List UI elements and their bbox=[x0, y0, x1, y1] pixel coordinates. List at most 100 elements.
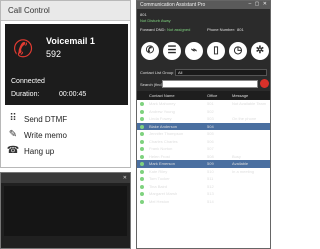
contacts-button-icon[interactable]: ☰ bbox=[163, 42, 181, 60]
phone-window-titlebar: ✕ bbox=[1, 173, 130, 183]
column-header-office[interactable]: Office bbox=[207, 93, 217, 98]
contact-name: Voicemail 1 bbox=[46, 36, 95, 46]
presence-dot-icon bbox=[140, 147, 144, 151]
column-header-message[interactable]: Message bbox=[232, 93, 248, 98]
contact-office-cell: 510 bbox=[207, 168, 214, 174]
presence-dot-icon bbox=[140, 109, 144, 114]
assistant-header: 801 Not Disturb Away Forward DND: Not as… bbox=[137, 9, 270, 37]
clear-search-icon[interactable] bbox=[260, 79, 269, 88]
contact-row[interactable]: Charles Charles 506 bbox=[137, 138, 270, 146]
contact-office-cell: 514 bbox=[207, 198, 214, 204]
history-button-icon[interactable]: ◷ bbox=[229, 42, 247, 60]
presence-dot-icon bbox=[140, 102, 144, 106]
phone-window: ✕ bbox=[0, 172, 131, 249]
voicemail-button-icon[interactable]: ⌁ bbox=[185, 42, 203, 60]
contact-row[interactable]: Linda Fowey 503 On the phone bbox=[137, 115, 270, 123]
presence-dot-icon bbox=[140, 162, 144, 166]
write-memo-label: Write memo bbox=[24, 130, 67, 140]
search-input[interactable] bbox=[162, 80, 258, 88]
send-dtmf-button[interactable]: ⠿ Send DTMF bbox=[6, 112, 67, 126]
duration-label: Duration: bbox=[11, 91, 40, 98]
presence-status: Not Disturb Away bbox=[140, 18, 171, 23]
contact-name-cell: Kate Riley bbox=[149, 168, 168, 174]
presence-dot-icon bbox=[140, 169, 144, 174]
contact-name-cell: Tom Tucker bbox=[149, 176, 170, 181]
assistant-toolbar: ✆ ☰ ⌁ ▯ ◷ ✲ bbox=[137, 37, 270, 67]
contact-name-cell: Margaret Marsh bbox=[149, 191, 178, 196]
contact-list: Mark Mahoney 501 Not Available Team Andrew … bbox=[137, 100, 270, 205]
contact-row[interactable]: Mark Mahoney 501 Not Available Team bbox=[137, 100, 270, 108]
contact-message-cell: On the phone bbox=[232, 116, 257, 121]
contact-row[interactable]: Jennifer Thompson 505 bbox=[137, 130, 270, 138]
contact-name-cell: Tina Baird bbox=[149, 183, 168, 189]
contact-group-row: Contact List Group All bbox=[137, 67, 270, 78]
write-memo-button[interactable]: ✎ Write memo bbox=[6, 128, 67, 142]
presence-dot-icon bbox=[140, 192, 144, 196]
contact-name-cell: Jennifer Thompson bbox=[149, 131, 184, 136]
contact-office-cell: 503 bbox=[207, 116, 214, 121]
duration-value: 00:00:45 bbox=[59, 91, 87, 98]
contact-office-cell: 502 bbox=[207, 108, 214, 114]
presence-dot-icon bbox=[140, 154, 144, 159]
presence-dot-icon bbox=[140, 117, 144, 121]
column-header-name[interactable]: Contact Name bbox=[149, 93, 175, 98]
presence-dot-icon bbox=[140, 132, 144, 136]
presence-dot-icon bbox=[140, 177, 144, 181]
contact-office-cell: 504 bbox=[207, 123, 214, 129]
call-control-title: Call Control bbox=[1, 1, 130, 21]
dialpad-icon: ⠿ bbox=[9, 113, 17, 124]
contact-row[interactable]: Helen Frost 508 Busy bbox=[137, 153, 270, 161]
presence-dot-icon bbox=[140, 124, 144, 129]
contact-name-cell: Linda Fowey bbox=[149, 116, 172, 121]
forward-value: Not assigned bbox=[167, 27, 191, 32]
phone-number-value: 801 bbox=[237, 27, 244, 32]
contact-row[interactable]: Andrew Young 502 bbox=[137, 108, 270, 116]
extension-number: 801 bbox=[140, 12, 147, 17]
contact-office-cell: 508 bbox=[207, 153, 214, 159]
contact-name-cell: Mark Emerson bbox=[149, 161, 176, 166]
assistant-titlebar: Communication Assistant Pro – ▢ ✕ bbox=[137, 1, 270, 9]
phone-window-content bbox=[4, 186, 127, 236]
call-status: Connected bbox=[11, 78, 45, 85]
phone-handset-icon: ✆ bbox=[13, 36, 34, 63]
contact-name-cell: Mel Heston bbox=[149, 198, 170, 204]
hang-up-label: Hang up bbox=[24, 146, 55, 156]
contact-row[interactable]: Margaret Marsh 513 bbox=[137, 190, 270, 198]
contact-number: 592 bbox=[46, 49, 62, 59]
close-icon[interactable]: ✕ bbox=[123, 175, 127, 181]
contact-name-cell: Frank Norton bbox=[149, 146, 173, 151]
contact-row[interactable]: Blake Anderson 504 bbox=[137, 122, 270, 130]
contact-office-cell: 509 bbox=[207, 161, 214, 166]
contact-group-label: Contact List Group bbox=[140, 70, 174, 75]
hangup-icon: ☎ bbox=[6, 145, 20, 156]
contact-name-cell: Andrew Young bbox=[149, 108, 175, 114]
presence-dot-icon bbox=[140, 199, 144, 204]
presence-dot-icon bbox=[140, 184, 144, 189]
contact-table-header: Contact Name Office Message bbox=[137, 91, 270, 100]
call-button-icon[interactable]: ✆ bbox=[141, 42, 159, 60]
contact-row[interactable]: Tina Baird 512 bbox=[137, 183, 270, 191]
contact-message-cell: Busy bbox=[232, 153, 241, 159]
contact-name-cell: Helen Frost bbox=[149, 153, 170, 159]
active-call-card: ✆ Voicemail 1 592 Connected Duration: 00… bbox=[5, 24, 128, 105]
communication-assistant-window: Communication Assistant Pro – ▢ ✕ 801 No… bbox=[136, 0, 271, 249]
contact-row[interactable]: Kate Riley 510 In a meeting bbox=[137, 168, 270, 176]
settings-gear-icon[interactable]: ✲ bbox=[251, 42, 269, 60]
contact-office-cell: 505 bbox=[207, 131, 214, 136]
contact-row[interactable]: Tom Tucker 511 bbox=[137, 175, 270, 183]
contact-row[interactable]: Mel Heston 514 bbox=[137, 198, 270, 206]
mobile-button-icon[interactable]: ▯ bbox=[207, 42, 225, 60]
contact-group-select[interactable]: All bbox=[175, 69, 267, 76]
send-dtmf-label: Send DTMF bbox=[24, 114, 68, 124]
contact-office-cell: 511 bbox=[207, 176, 214, 181]
phone-number-label: Phone Number: bbox=[207, 27, 236, 32]
window-controls[interactable]: – ▢ ✕ bbox=[249, 1, 268, 7]
forward-label: Forward DND: bbox=[140, 27, 166, 32]
contact-office-cell: 507 bbox=[207, 146, 214, 151]
call-control-window: Call Control ✆ Voicemail 1 592 Connected… bbox=[0, 0, 131, 168]
contact-row[interactable]: Mark Emerson 509 Available bbox=[137, 160, 270, 168]
hang-up-button[interactable]: ☎ Hang up bbox=[6, 144, 54, 158]
contact-name-cell: Mark Mahoney bbox=[149, 101, 176, 106]
memo-icon: ✎ bbox=[8, 129, 18, 140]
contact-row[interactable]: Frank Norton 507 bbox=[137, 145, 270, 153]
